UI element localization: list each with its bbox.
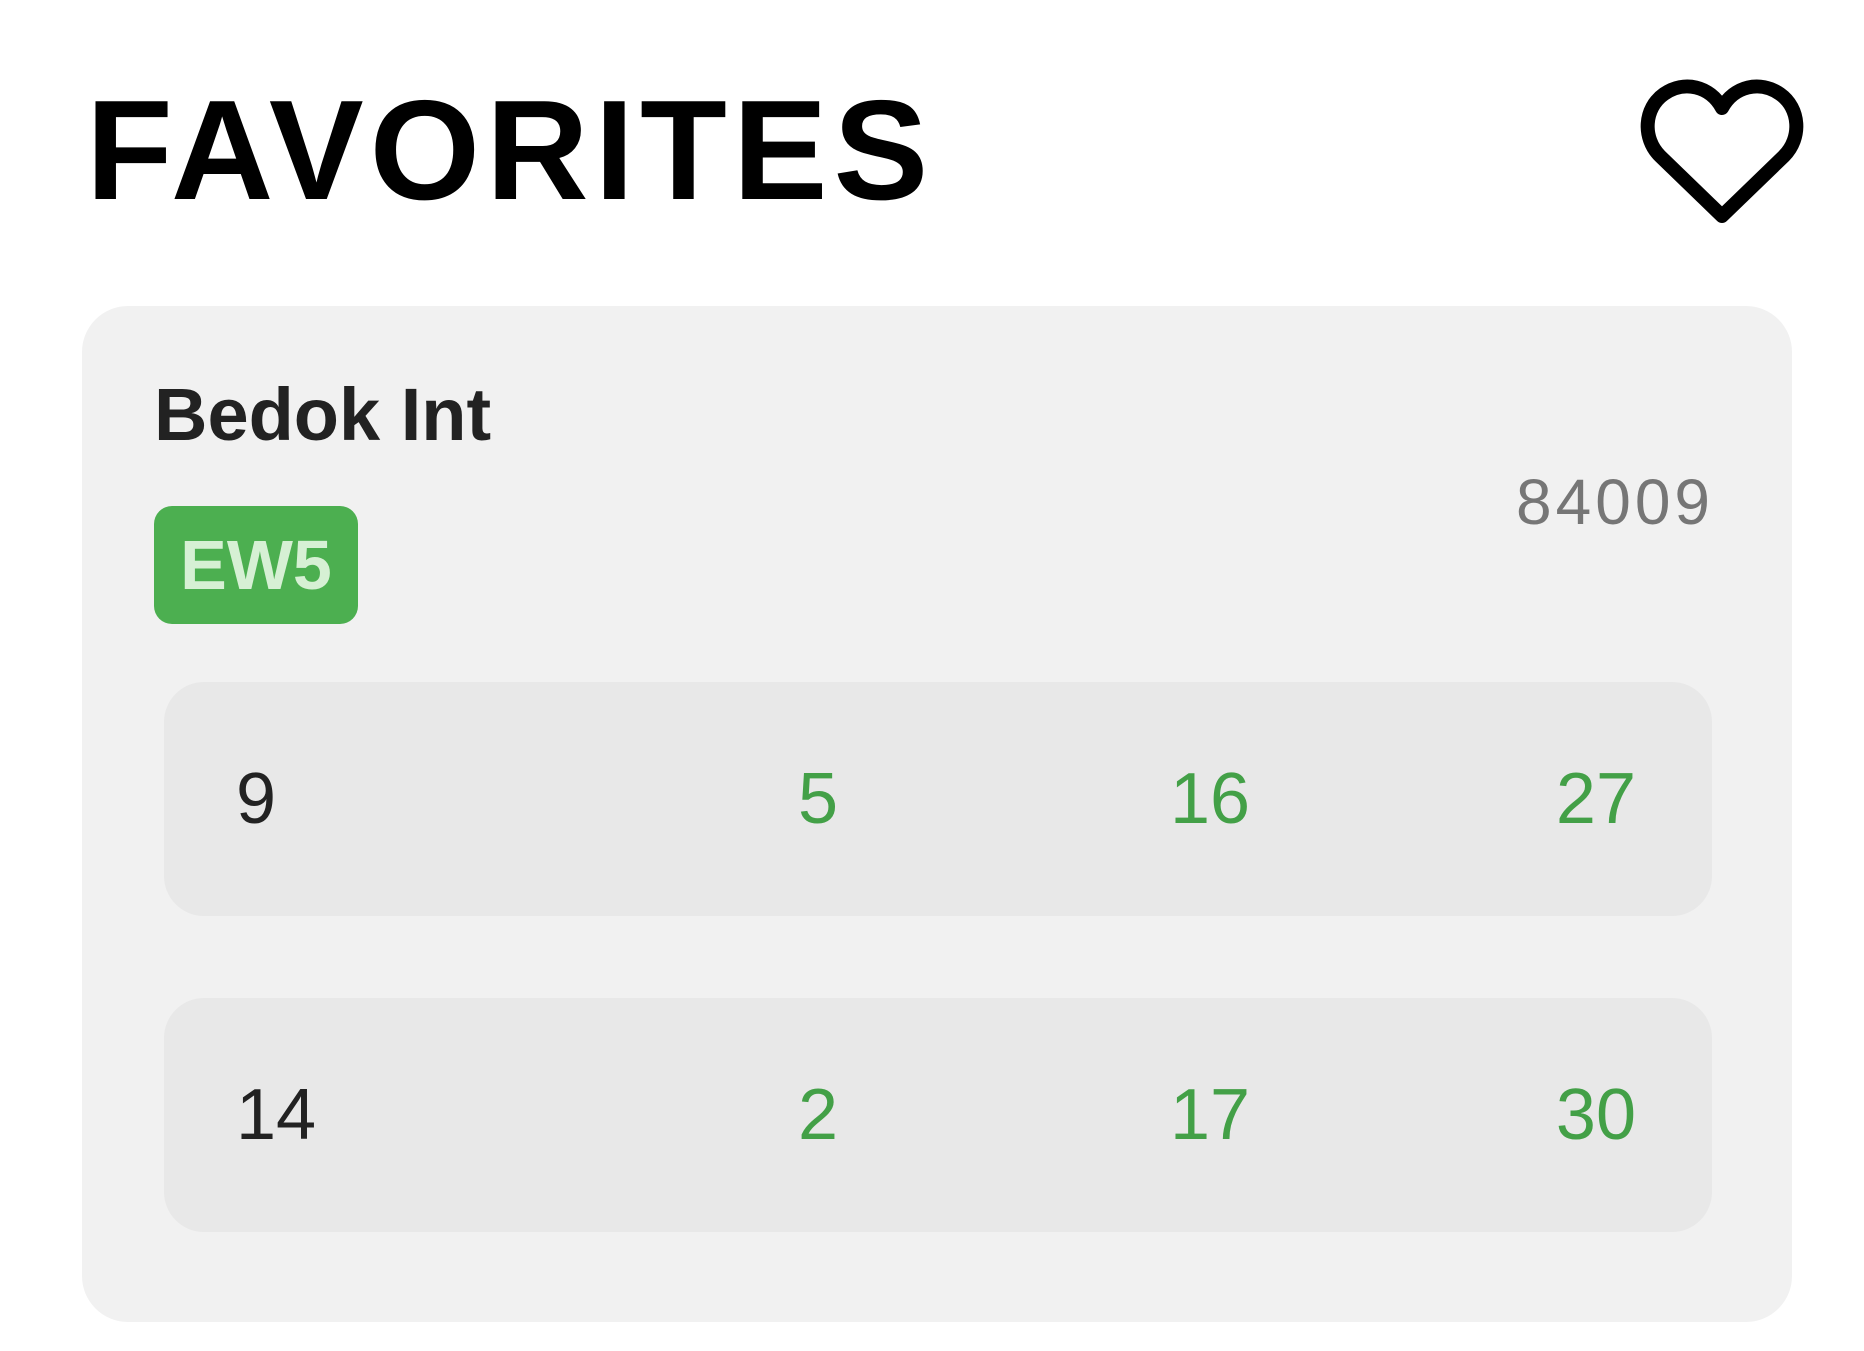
stop-name: Bedok Int: [154, 373, 492, 456]
bus-service-row[interactable]: 14 2 17 30: [164, 998, 1712, 1232]
arrival-time-2: 16: [1170, 759, 1251, 839]
favorites-screen: FAVORITES Bedok Int 84009 EW5 9 5 16 27 …: [0, 0, 1864, 1351]
arrival-time-1: 5: [798, 759, 839, 839]
mrt-station-badge: EW5: [154, 506, 358, 624]
heart-icon: [1640, 79, 1804, 223]
bus-stop-card[interactable]: Bedok Int 84009 EW5 9 5 16 27 14 2 17 30: [82, 306, 1792, 1322]
page-title: FAVORITES: [86, 71, 935, 230]
stop-code: 84009: [1516, 466, 1714, 538]
arrival-time-1: 2: [798, 1075, 839, 1155]
service-number: 14: [236, 1075, 317, 1155]
bus-service-row[interactable]: 9 5 16 27: [164, 682, 1712, 916]
favorite-toggle-button[interactable]: [1640, 78, 1804, 228]
arrival-time-3: 27: [1555, 759, 1636, 839]
arrival-time-3: 30: [1555, 1075, 1636, 1155]
arrival-time-2: 17: [1170, 1075, 1251, 1155]
service-number: 9: [236, 759, 277, 839]
